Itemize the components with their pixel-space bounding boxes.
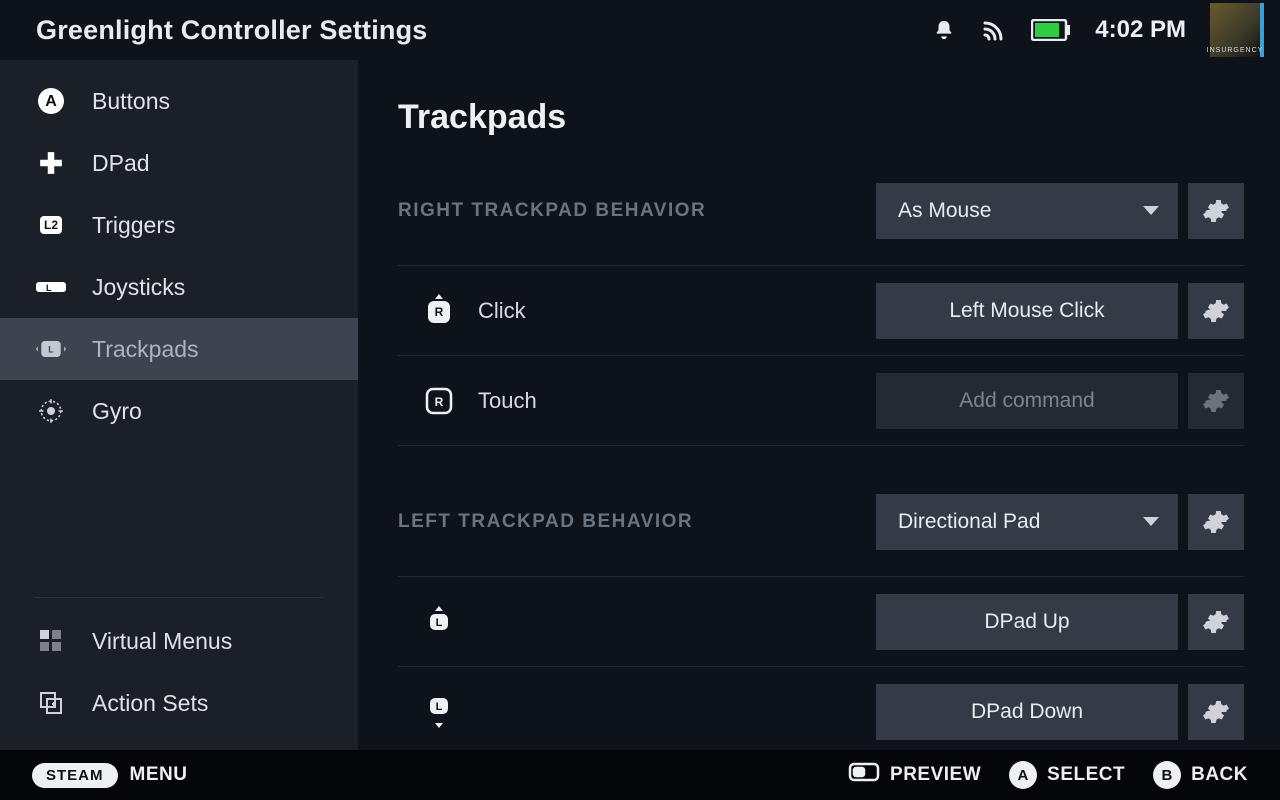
chevron-down-icon <box>1142 510 1160 534</box>
row-label: Click <box>478 298 526 324</box>
b-button-icon: B <box>1153 761 1181 789</box>
right-trackpad-behavior-settings[interactable] <box>1188 183 1244 239</box>
hint-preview[interactable]: PREVIEW <box>848 762 981 788</box>
steam-button[interactable]: STEAM <box>32 763 118 788</box>
l-up-glyph: L <box>422 605 456 639</box>
dpad-icon <box>36 148 66 178</box>
sidebar-item-label: Joysticks <box>92 274 185 301</box>
left-trackpad-behavior-settings[interactable] <box>1188 494 1244 550</box>
sidebar-item-gyro[interactable]: Gyro <box>0 380 358 442</box>
layers-icon <box>36 688 66 718</box>
right-trackpad-section: RIGHT TRACKPAD BEHAVIOR As Mouse R Click <box>398 183 1244 446</box>
svg-text:L: L <box>48 345 54 355</box>
joystick-icon: L <box>36 272 66 302</box>
section-title: RIGHT TRACKPAD BEHAVIOR <box>398 200 876 222</box>
sidebar-item-triggers[interactable]: L2 Triggers <box>0 194 358 256</box>
row-label: Touch <box>478 388 537 414</box>
sidebar-item-dpad[interactable]: DPad <box>0 132 358 194</box>
right-touch-row: R Touch Add command <box>398 356 1244 446</box>
a-button-icon: A <box>36 86 66 116</box>
cast-icon[interactable] <box>981 17 1007 43</box>
hint-select[interactable]: A SELECT <box>1009 761 1125 789</box>
sidebar-item-label: Action Sets <box>92 690 208 717</box>
header-status-area: 4:02 PM INSURGENCY <box>931 3 1264 57</box>
sidebar-item-trackpads[interactable]: L Trackpads <box>0 318 358 380</box>
sidebar-item-virtual-menus[interactable]: Virtual Menus <box>0 610 358 672</box>
svg-text:R: R <box>435 305 444 319</box>
svg-text:L: L <box>46 283 52 293</box>
sidebar-item-buttons[interactable]: A Buttons <box>0 70 358 132</box>
sidebar-divider <box>34 597 324 598</box>
right-touch-binding[interactable]: Add command <box>876 373 1178 429</box>
gyro-icon <box>36 396 66 426</box>
avatar[interactable]: INSURGENCY <box>1210 3 1264 57</box>
dpad-down-row: L DPad Down <box>398 667 1244 757</box>
left-trackpad-section: LEFT TRACKPAD BEHAVIOR Directional Pad L <box>398 494 1244 757</box>
page-title: Greenlight Controller Settings <box>36 15 428 46</box>
trackpad-icon: L <box>36 334 66 364</box>
sidebar-item-label: Buttons <box>92 88 170 115</box>
footer: STEAM MENU PREVIEW A SELECT B BACK <box>0 750 1280 800</box>
left-trackpad-behavior-dropdown[interactable]: Directional Pad <box>876 494 1178 550</box>
right-click-row: R Click Left Mouse Click <box>398 266 1244 356</box>
svg-text:R: R <box>435 395 444 409</box>
dpad-down-settings[interactable] <box>1188 684 1244 740</box>
sidebar-item-label: DPad <box>92 150 150 177</box>
svg-text:A: A <box>45 93 57 110</box>
grid-icon <box>36 626 66 656</box>
battery-icon <box>1031 17 1071 43</box>
dpad-up-row: L DPad Up <box>398 577 1244 667</box>
header: Greenlight Controller Settings 4:02 PM I… <box>0 0 1280 60</box>
menu-label: MENU <box>130 764 188 786</box>
main-content: Trackpads RIGHT TRACKPAD BEHAVIOR As Mou… <box>358 60 1280 750</box>
sidebar: A Buttons DPad L2 Triggers L Joysticks L… <box>0 60 358 750</box>
sidebar-item-label: Gyro <box>92 398 142 425</box>
preview-icon <box>848 762 880 788</box>
a-button-icon: A <box>1009 761 1037 789</box>
section-title: LEFT TRACKPAD BEHAVIOR <box>398 511 876 533</box>
sidebar-item-label: Virtual Menus <box>92 628 232 655</box>
r-click-glyph: R <box>422 294 456 328</box>
sidebar-item-label: Trackpads <box>92 336 199 363</box>
dpad-up-binding[interactable]: DPad Up <box>876 594 1178 650</box>
svg-text:L: L <box>436 617 443 629</box>
clock: 4:02 PM <box>1095 16 1186 44</box>
svg-text:L: L <box>436 701 443 713</box>
right-click-binding[interactable]: Left Mouse Click <box>876 283 1178 339</box>
sidebar-item-joysticks[interactable]: L Joysticks <box>0 256 358 318</box>
hint-back[interactable]: B BACK <box>1153 761 1248 789</box>
right-touch-settings[interactable] <box>1188 373 1244 429</box>
dpad-down-binding[interactable]: DPad Down <box>876 684 1178 740</box>
dpad-up-settings[interactable] <box>1188 594 1244 650</box>
sidebar-item-label: Triggers <box>92 212 176 239</box>
l-down-glyph: L <box>422 695 456 729</box>
l2-icon: L2 <box>36 210 66 240</box>
r-touch-glyph: R <box>422 384 456 418</box>
content-heading: Trackpads <box>398 98 1244 137</box>
right-click-settings[interactable] <box>1188 283 1244 339</box>
right-trackpad-behavior-dropdown[interactable]: As Mouse <box>876 183 1178 239</box>
sidebar-item-action-sets[interactable]: Action Sets <box>0 672 358 734</box>
chevron-down-icon <box>1142 199 1160 223</box>
notification-icon[interactable] <box>931 17 957 43</box>
